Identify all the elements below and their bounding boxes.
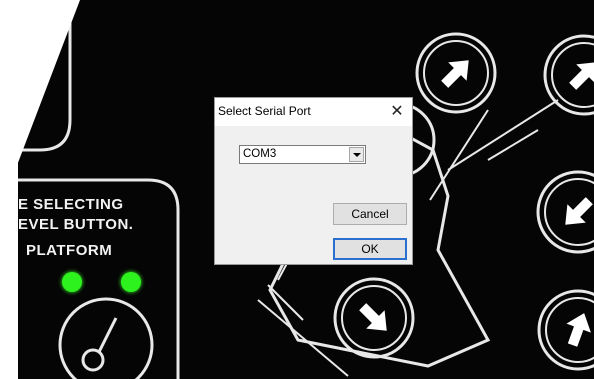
serial-port-select[interactable]: COM3 — [239, 145, 366, 164]
ok-button[interactable]: OK — [333, 238, 407, 260]
close-icon[interactable]: ✕ — [386, 101, 408, 123]
arrow-up-right-button-right — [543, 34, 594, 116]
instruction-label-line-2: EVEL BUTTON. — [18, 216, 134, 233]
arrow-up-right-icon — [441, 60, 469, 88]
dropdown-button[interactable] — [349, 147, 364, 162]
arrow-down-left-icon — [565, 197, 593, 225]
led-indicator-left — [62, 272, 82, 292]
arrow-up-icon — [566, 313, 591, 347]
arrow-up-right-icon — [569, 62, 594, 90]
led-indicator-right — [121, 272, 141, 292]
arrow-up-right-button — [415, 32, 497, 114]
arrow-down-left-button — [536, 170, 594, 254]
dialog-titlebar[interactable]: Select Serial Port ✕ — [215, 98, 412, 126]
rotary-knob — [58, 297, 154, 379]
chevron-down-icon — [353, 153, 361, 157]
platform-label: PLATFORM — [26, 242, 113, 259]
arrow-down-right-button — [333, 277, 415, 359]
arrow-up-button — [537, 289, 594, 371]
select-serial-port-dialog: Select Serial Port ✕ COM3 Cancel OK — [214, 97, 413, 265]
page-corner — [0, 0, 80, 210]
arrow-down-right-icon — [359, 303, 387, 331]
serial-port-select-value: COM3 — [243, 148, 277, 160]
cancel-button[interactable]: Cancel — [333, 203, 407, 225]
dialog-title: Select Serial Port — [218, 104, 311, 118]
